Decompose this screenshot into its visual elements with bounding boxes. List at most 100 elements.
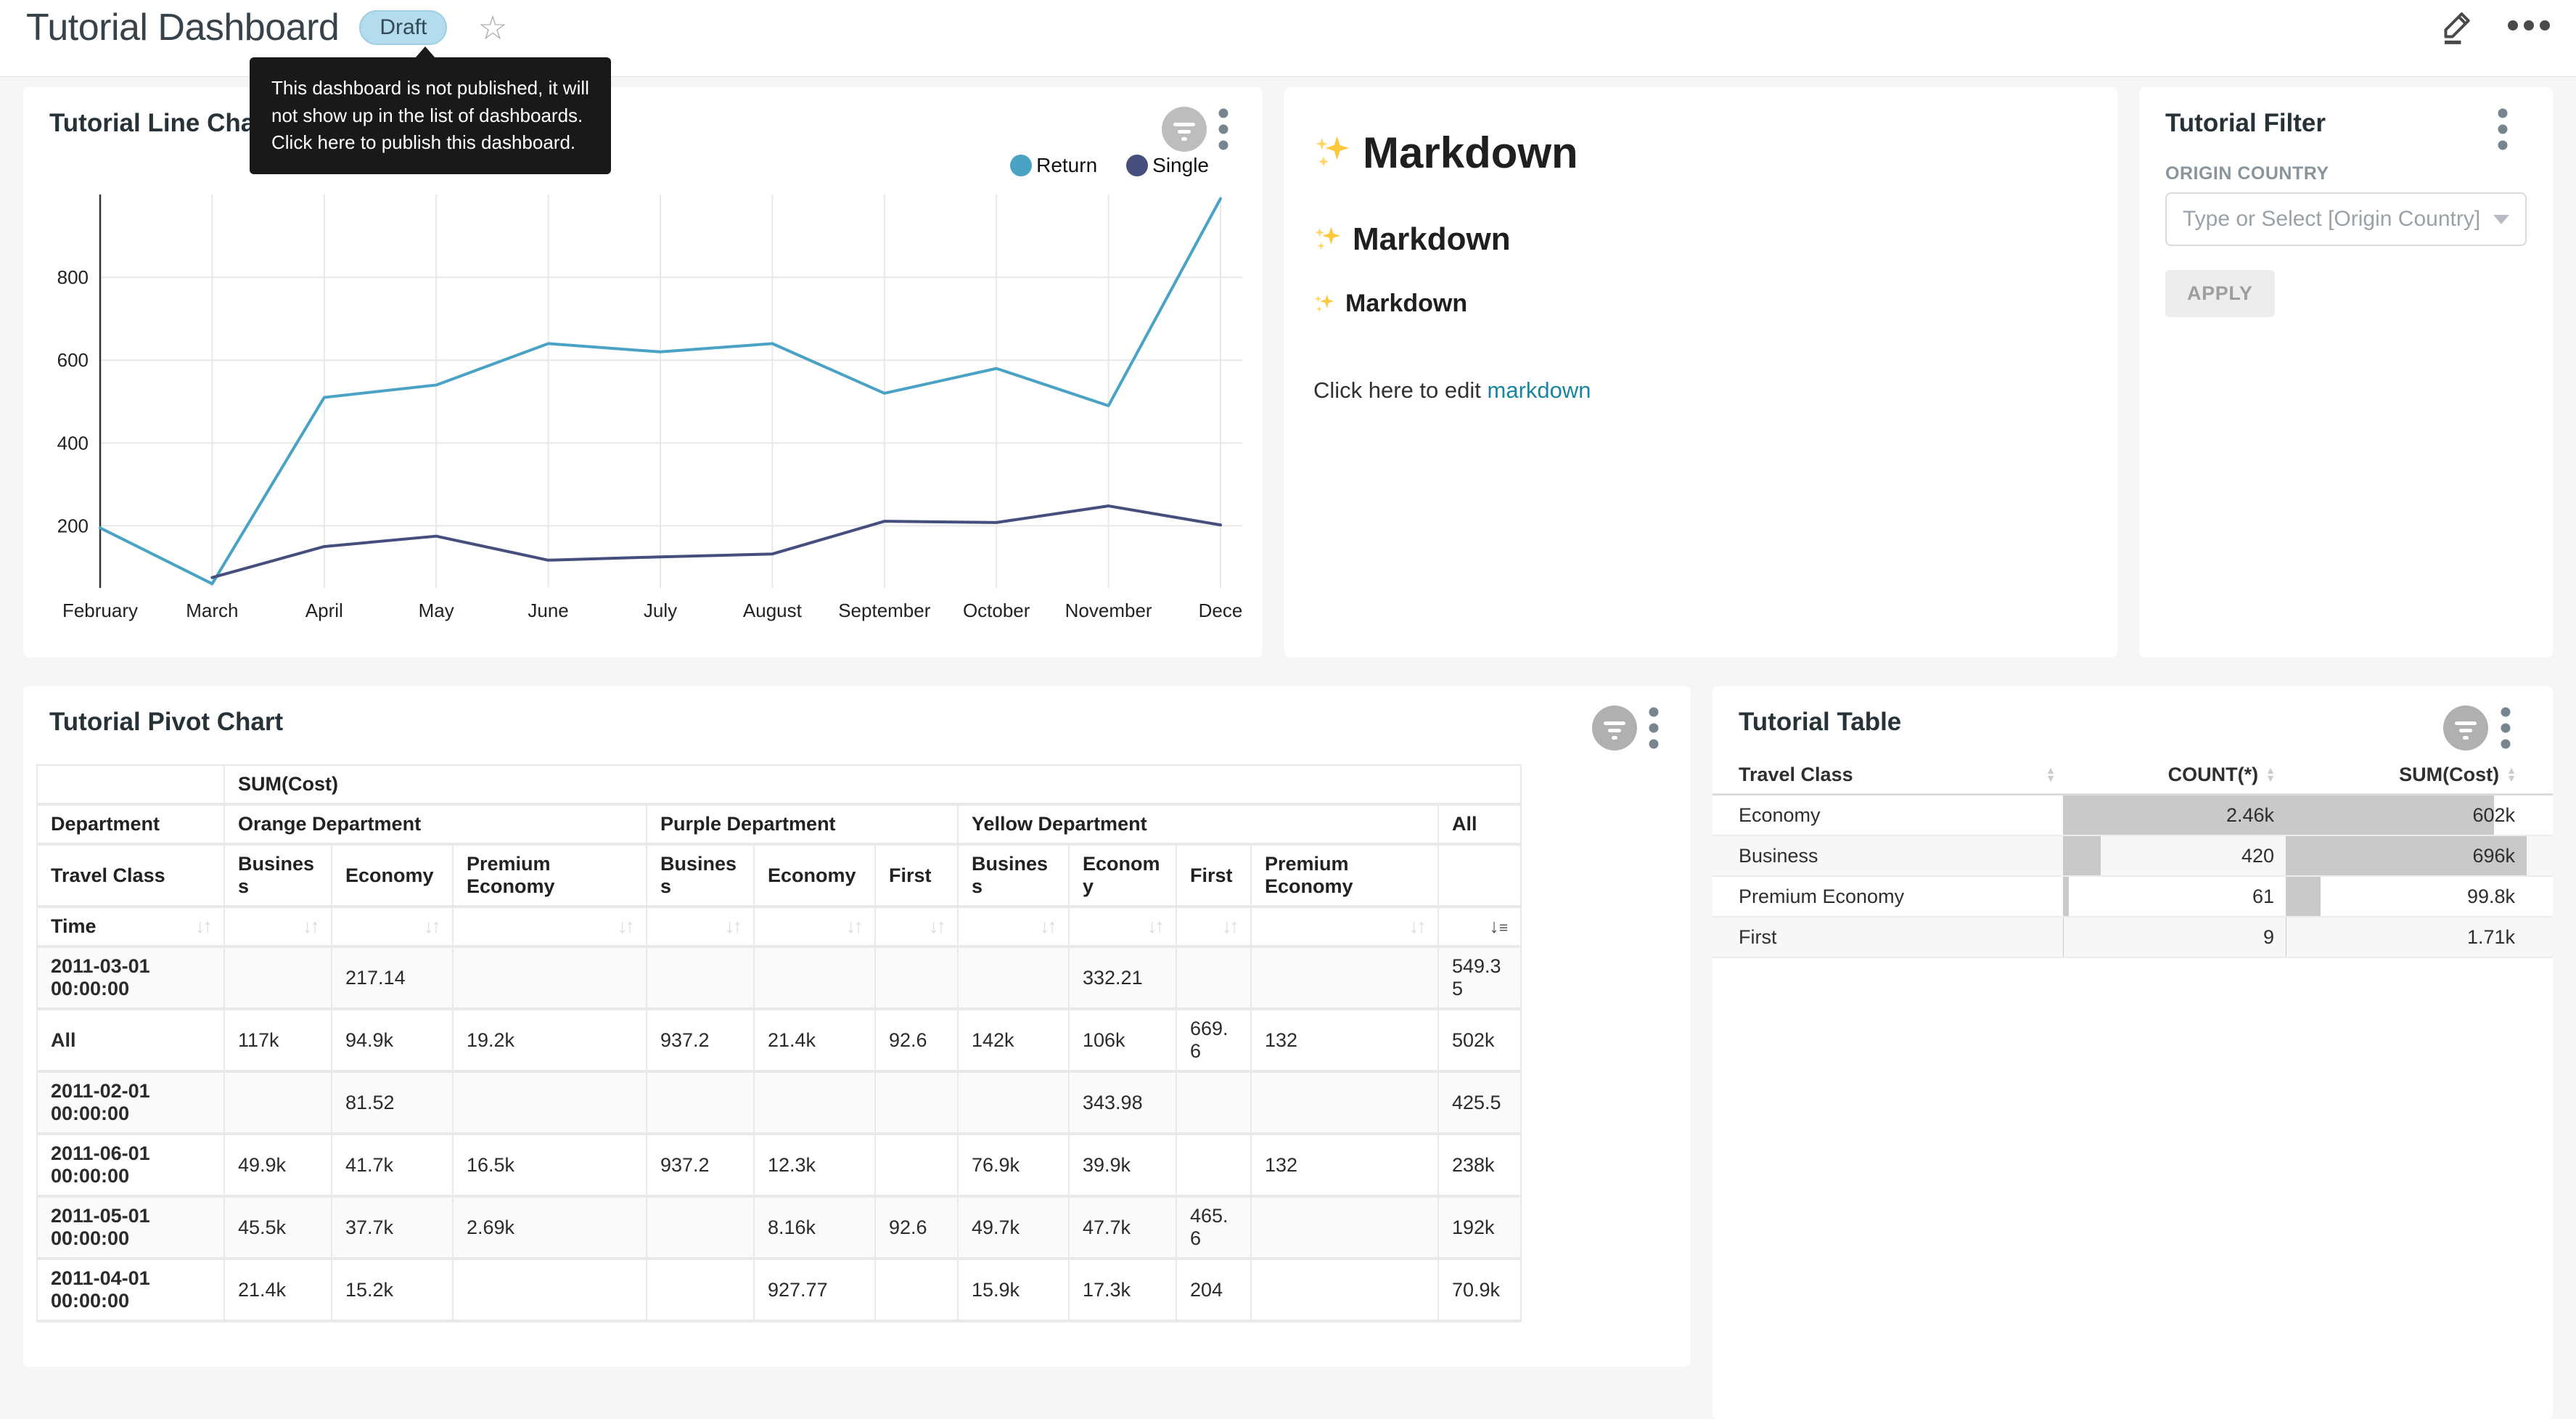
x-axis-tick: February bbox=[62, 600, 138, 621]
pivot-sort-icon[interactable]: ↓↑ bbox=[332, 907, 453, 946]
filter-panel-title: Tutorial Filter bbox=[2165, 109, 2326, 138]
count-cell: 420 bbox=[2063, 836, 2286, 875]
pivot-value-cell: 17.3k bbox=[1069, 1259, 1176, 1321]
kebab-menu-icon[interactable] bbox=[1648, 706, 1660, 753]
pivot-row: All117k94.9k19.2k937.221.4k92.6142k106k6… bbox=[37, 1009, 1521, 1071]
cross-filter-icon[interactable] bbox=[1161, 106, 1207, 156]
pivot-time-header[interactable]: Time↓↑ bbox=[37, 907, 224, 946]
column-header-travel-class[interactable]: Travel Class▲▼ bbox=[1712, 764, 2063, 786]
line-chart-title: Tutorial Line Chart bbox=[49, 109, 274, 138]
legend-dot-icon bbox=[1010, 155, 1032, 176]
pivot-value-cell: 45.5k bbox=[224, 1196, 332, 1259]
pivot-chart-panel: Tutorial Pivot Chart SUM(Cost)Department… bbox=[23, 686, 1691, 1367]
kebab-menu-icon[interactable] bbox=[1218, 107, 1229, 155]
travel-class-cell: First bbox=[1712, 926, 1776, 948]
pivot-col-header: Premium Economy bbox=[453, 844, 647, 907]
pivot-col-header: Economy bbox=[1069, 844, 1176, 907]
pivot-value-cell: 12.3k bbox=[754, 1134, 875, 1196]
apply-button[interactable]: APPLY bbox=[2165, 270, 2275, 317]
markdown-panel[interactable]: Markdown Markdown Markdown Click here to… bbox=[1284, 87, 2117, 658]
cross-filter-icon[interactable] bbox=[1591, 705, 1638, 755]
column-header-label: SUM(Cost) bbox=[2399, 764, 2499, 786]
pivot-sort-icon[interactable]: ↓↑ bbox=[224, 907, 332, 946]
pivot-value-cell bbox=[1251, 1259, 1438, 1321]
table-row: First91.71k bbox=[1712, 917, 2553, 958]
pivot-sort-icon[interactable]: ↓↑ bbox=[1069, 907, 1176, 946]
cross-filter-icon[interactable] bbox=[2442, 705, 2489, 755]
x-axis-tick: November bbox=[1065, 600, 1152, 621]
legend-dot-icon bbox=[1126, 155, 1148, 176]
line-chart: 200400600800FebruaryMarchAprilMayJuneJul… bbox=[23, 180, 1263, 649]
pivot-value-cell: 81.52 bbox=[332, 1071, 453, 1134]
pivot-value-cell bbox=[1251, 1196, 1438, 1259]
pivot-value-cell bbox=[754, 1071, 875, 1134]
pivot-sort-icon[interactable]: ↓↑ bbox=[958, 907, 1069, 946]
pivot-col-header: Economy bbox=[332, 844, 453, 907]
table-row: Economy2.46k602k bbox=[1712, 796, 2553, 836]
y-axis-tick: 800 bbox=[57, 266, 89, 288]
kebab-menu-icon[interactable] bbox=[2500, 706, 2511, 753]
pivot-value-cell: 15.2k bbox=[332, 1259, 453, 1321]
table-row: Business 420696k bbox=[1712, 836, 2553, 877]
pivot-sort-icon[interactable]: ↓↑ bbox=[1176, 907, 1251, 946]
select-placeholder: Type or Select [Origin Country] bbox=[2183, 207, 2480, 232]
pivot-value-cell: 343.98 bbox=[1069, 1071, 1176, 1134]
pivot-value-cell bbox=[875, 1134, 958, 1196]
pivot-value-cell bbox=[224, 1071, 332, 1134]
pivot-row-label: All bbox=[37, 1009, 224, 1071]
column-header-sum[interactable]: SUM(Cost)▲▼ bbox=[2286, 764, 2527, 786]
pivot-value-cell bbox=[875, 1071, 958, 1134]
travel-class-cell: Business bbox=[1712, 845, 1818, 867]
pivot-sort-icon[interactable]: ↓↑ bbox=[647, 907, 754, 946]
more-actions-icon[interactable] bbox=[2506, 19, 2551, 36]
pivot-value-cell: 70.9k bbox=[1438, 1259, 1521, 1321]
pivot-value-cell bbox=[958, 1071, 1069, 1134]
pivot-row-label: 2011-02-01 00:00:00 bbox=[37, 1071, 224, 1134]
pivot-value-cell: 937.2 bbox=[647, 1009, 754, 1071]
pivot-value-cell bbox=[1251, 1071, 1438, 1134]
pivot-row: 2011-04-01 00:00:0021.4k15.2k927.7715.9k… bbox=[37, 1259, 1521, 1321]
favorite-star-icon[interactable]: ☆ bbox=[477, 11, 507, 44]
tooltip-line: not show up in the list of dashboards. bbox=[271, 102, 589, 130]
pivot-value-cell: 669.6 bbox=[1176, 1009, 1251, 1071]
pivot-group-header: Orange Department bbox=[224, 804, 647, 844]
filter-field-label: ORIGIN COUNTRY bbox=[2165, 163, 2329, 184]
x-axis-tick: August bbox=[743, 600, 803, 621]
pivot-value-cell: 937.2 bbox=[647, 1134, 754, 1196]
pivot-value-cell bbox=[224, 946, 332, 1009]
chevron-down-icon bbox=[2493, 215, 2509, 224]
markdown-link[interactable]: markdown bbox=[1488, 377, 1591, 403]
x-axis-tick: July bbox=[644, 600, 677, 621]
pivot-sort-icon[interactable]: ↓↑ bbox=[875, 907, 958, 946]
table-panel: Tutorial Table Travel Class▲▼COUNT(*)▲▼S… bbox=[1712, 686, 2553, 1419]
pivot-sort-icon[interactable]: ↓↑ bbox=[754, 907, 875, 946]
pivot-col-header: Premium Economy bbox=[1251, 844, 1438, 907]
pivot-group-header: All bbox=[1438, 804, 1521, 844]
sum-cell: 696k bbox=[2286, 836, 2527, 875]
legend-item-return[interactable]: Return bbox=[1010, 154, 1097, 177]
count-cell: 61 bbox=[2063, 877, 2286, 916]
kebab-menu-icon[interactable] bbox=[2497, 107, 2509, 155]
markdown-h1: Markdown bbox=[1313, 128, 2088, 178]
origin-country-select[interactable]: Type or Select [Origin Country] bbox=[2165, 192, 2527, 246]
pivot-value-cell: 47.7k bbox=[1069, 1196, 1176, 1259]
legend-item-single[interactable]: Single bbox=[1126, 154, 1209, 177]
sum-cell: 602k bbox=[2286, 796, 2527, 835]
status-badge[interactable]: Draft bbox=[359, 10, 447, 45]
pivot-sort-icon-active[interactable]: ↓≡ bbox=[1438, 907, 1521, 946]
edit-dashboard-icon[interactable] bbox=[2438, 6, 2477, 49]
chart-legend[interactable]: Return Single bbox=[1010, 154, 1209, 177]
data-table: Travel Class▲▼COUNT(*)▲▼SUM(Cost)▲▼ Econo… bbox=[1712, 756, 2553, 958]
markdown-h2: Markdown bbox=[1313, 221, 2088, 258]
pivot-value-cell bbox=[1176, 1071, 1251, 1134]
pivot-table: SUM(Cost)DepartmentOrange DepartmentPurp… bbox=[36, 764, 1522, 1322]
pivot-value-cell: 39.9k bbox=[1069, 1134, 1176, 1196]
pivot-sort-icon[interactable]: ↓↑ bbox=[453, 907, 647, 946]
markdown-paragraph: Click here to edit markdown bbox=[1313, 377, 2088, 404]
pivot-value-cell: 549.35 bbox=[1438, 946, 1521, 1009]
column-header-count[interactable]: COUNT(*)▲▼ bbox=[2063, 764, 2286, 786]
tooltip-line: This dashboard is not published, it will bbox=[271, 75, 589, 102]
pivot-sort-icon[interactable]: ↓↑ bbox=[1251, 907, 1438, 946]
pivot-value-cell: 21.4k bbox=[224, 1259, 332, 1321]
pivot-value-cell bbox=[1176, 946, 1251, 1009]
